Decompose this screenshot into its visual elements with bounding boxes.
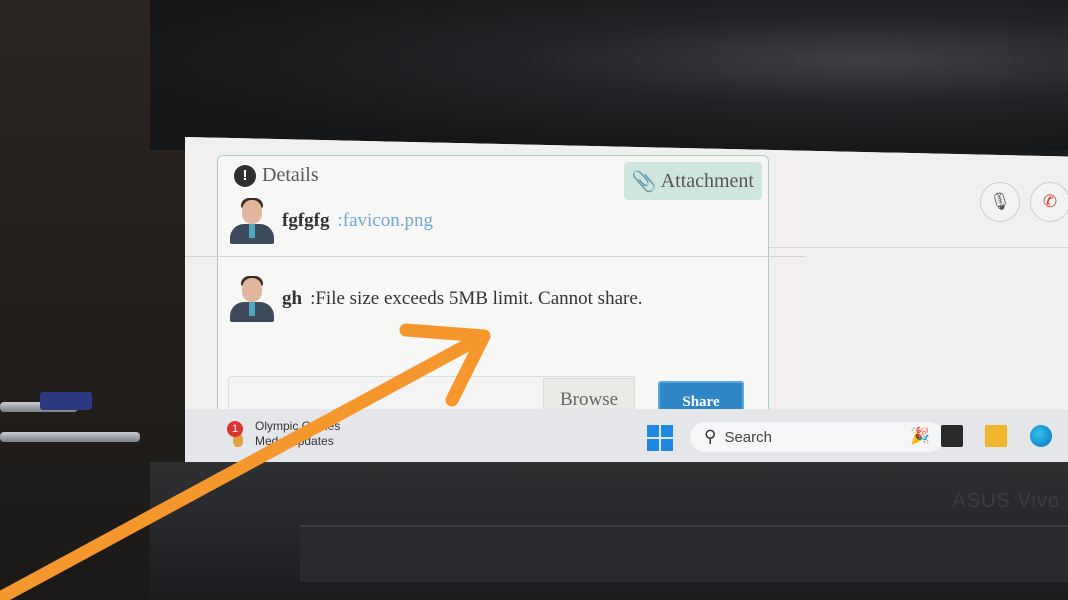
task-view-icon[interactable] [941, 425, 963, 447]
screen: 🎙 ✆ ! Details 📎 Attachment fgfgfg : favic… [185, 137, 1068, 462]
edge-icon[interactable] [1030, 425, 1052, 447]
taskbar: 1 Olympic Games Medal updates ⚲ Search 🎉 [185, 409, 1068, 462]
file-explorer-icon[interactable] [985, 425, 1007, 447]
message-sender: fgfgfg [282, 210, 330, 231]
mic-off-icon: 🎙 [989, 192, 1011, 211]
news-widget-subtitle: Medal updates [255, 434, 334, 448]
app-window: 🎙 ✆ ! Details 📎 Attachment fgfgfg : favic… [185, 137, 1068, 462]
paperclip-icon: 📎 [631, 170, 657, 193]
avatar [230, 198, 274, 244]
file-link[interactable]: favicon.png [343, 210, 433, 232]
windows-start-icon[interactable] [647, 425, 673, 451]
mute-mic-button[interactable]: 🎙 [980, 182, 1020, 222]
details-header[interactable]: ! Details [234, 164, 319, 187]
chat-message: gh : File size exceeds 5MB limit. Cannot … [230, 276, 643, 322]
taskbar-search[interactable]: ⚲ Search 🎉 [690, 422, 944, 452]
divider [185, 256, 805, 257]
details-label: Details [262, 164, 319, 186]
news-widget[interactable]: 1 Olympic Games Medal updates [225, 419, 340, 449]
search-placeholder: Search [724, 428, 772, 446]
laptop-hinge [300, 525, 1068, 582]
info-icon: ! [234, 164, 256, 187]
attachment-button[interactable]: 📎 Attachment [623, 162, 762, 200]
laptop-bezel-top [150, 0, 1068, 150]
avatar [230, 276, 274, 322]
notification-badge: 1 [227, 421, 243, 437]
chat-panel: ! Details 📎 Attachment fgfgfg : favicon.p… [185, 155, 805, 427]
search-highlight-icon: 🎉 [910, 428, 930, 445]
search-icon: ⚲ [704, 427, 717, 446]
news-widget-icon: 1 [225, 421, 249, 447]
news-widget-title: Olympic Games [255, 419, 341, 433]
laptop-brand: ASUS Vivo [952, 490, 1060, 512]
attachment-label: Attachment [660, 169, 754, 192]
divider [767, 247, 1068, 248]
end-call-button[interactable]: ✆ [1030, 182, 1068, 222]
message-text: File size exceeds 5MB limit. Cannot shar… [315, 288, 643, 309]
pen-cap [40, 392, 92, 410]
phone-hangup-icon: ✆ [1042, 192, 1058, 211]
chat-message: fgfgfg : favicon.png [230, 198, 433, 244]
pen [0, 432, 140, 442]
message-sender: gh [282, 288, 303, 309]
